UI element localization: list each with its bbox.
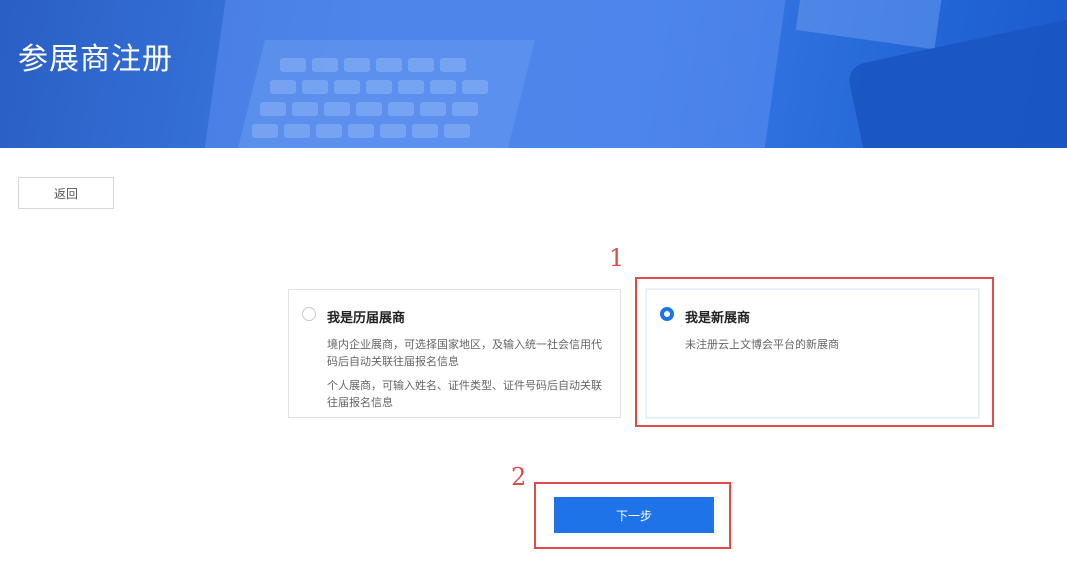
banner-key-graphic [292,102,318,116]
banner-key-graphic [420,102,446,116]
banner-key-graphic [316,124,342,138]
banner-key-graphic [430,80,456,94]
radio-returning-exhibitor[interactable] [302,307,316,321]
banner-key-graphic [252,124,278,138]
header-banner: 参展商注册 [0,0,1067,148]
option-returning-exhibitor[interactable]: 我是历届展商 境内企业展商，可选择国家地区，及输入统一社会信用代码后自动关联往届… [288,289,621,418]
banner-key-graphic [398,80,424,94]
banner-key-graphic [260,102,286,116]
banner-key-graphic [348,124,374,138]
banner-key-graphic [334,80,360,94]
banner-key-graphic [270,80,296,94]
banner-key-graphic [462,80,488,94]
banner-paper-graphic [795,0,945,50]
banner-key-graphic [452,102,478,116]
banner-key-graphic [324,102,350,116]
annotation-number-2: 2 [511,463,527,491]
banner-key-graphic [408,58,434,72]
annotation-box-1 [635,277,994,427]
banner-key-graphic [380,124,406,138]
banner-key-graphic [444,124,470,138]
banner-key-graphic [356,102,382,116]
back-button[interactable]: 返回 [18,177,114,209]
banner-key-graphic [302,80,328,94]
banner-key-graphic [366,80,392,94]
option-description: 境内企业展商，可选择国家地区，及输入统一社会信用代码后自动关联往届报名信息 [327,338,602,368]
annotation-number-1: 1 [609,244,625,272]
banner-key-graphic [440,58,466,72]
annotation-box-2 [534,482,731,549]
option-description: 个人展商，可输入姓名、证件类型、证件号码后自动关联往届报名信息 [327,379,602,409]
banner-key-graphic [412,124,438,138]
option-title: 我是历届展商 [327,311,406,326]
banner-key-graphic [284,124,310,138]
banner-key-graphic [388,102,414,116]
page-title: 参展商注册 [18,42,173,77]
banner-key-graphic [344,58,370,72]
banner-key-graphic [280,58,306,72]
banner-key-graphic [312,58,338,72]
banner-key-graphic [376,58,402,72]
